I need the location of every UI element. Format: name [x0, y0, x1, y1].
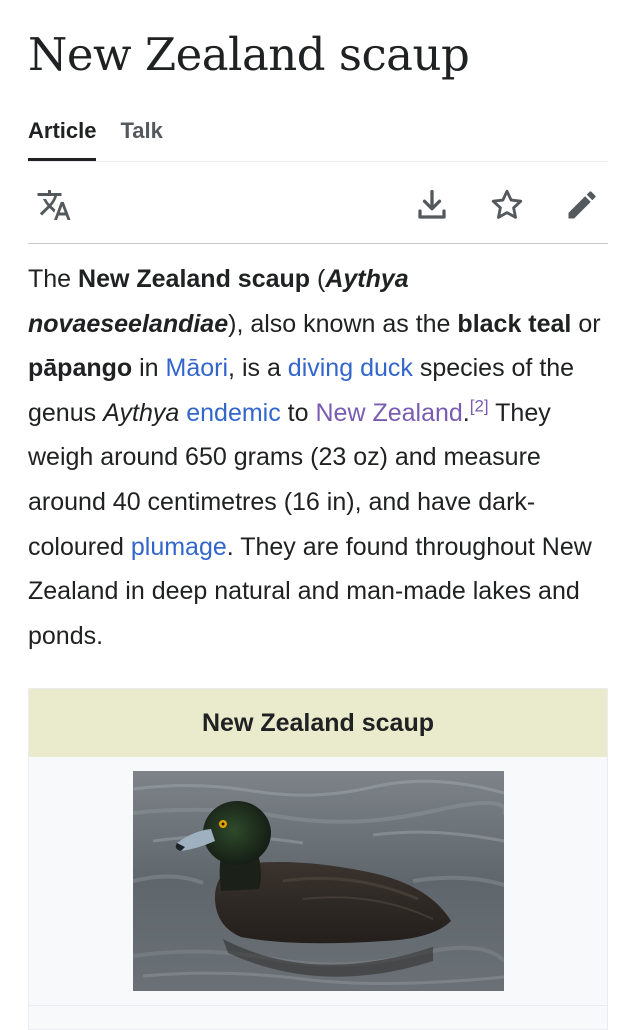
infobox-divider [29, 1005, 607, 1006]
infobox-title: New Zealand scaup [29, 689, 607, 757]
tab-article[interactable]: Article [28, 118, 97, 161]
tabs-divider [28, 161, 608, 162]
link-endemic[interactable]: endemic [186, 399, 281, 427]
reference-link[interactable]: [2] [470, 396, 489, 415]
bold-maori-name: pāpango [28, 354, 133, 383]
link-plumage[interactable]: plumage [131, 533, 227, 561]
page-actions-toolbar [28, 177, 608, 233]
edit-icon[interactable] [562, 185, 602, 225]
infobox: New Zealand scaup [28, 688, 608, 1030]
genus-name: Aythya [103, 398, 180, 427]
language-icon[interactable] [34, 185, 74, 225]
toolbar-divider [28, 243, 608, 244]
page-title: New Zealand scaup [28, 28, 470, 81]
download-icon[interactable] [412, 185, 452, 225]
bold-common-name: New Zealand scaup [78, 265, 311, 293]
page-tabs: Article Talk [28, 118, 163, 161]
star-icon[interactable] [487, 185, 527, 225]
link-new-zealand[interactable]: New Zealand [315, 399, 462, 427]
lead-paragraph: The New Zealand scaup (Aythya novaeseela… [28, 265, 601, 650]
bold-alt-name: black teal [457, 309, 572, 338]
infobox-image[interactable] [132, 771, 507, 991]
link-diving-duck[interactable]: diving duck [288, 354, 413, 382]
link-maori[interactable]: Māori [166, 354, 229, 382]
tab-talk[interactable]: Talk [120, 118, 162, 161]
